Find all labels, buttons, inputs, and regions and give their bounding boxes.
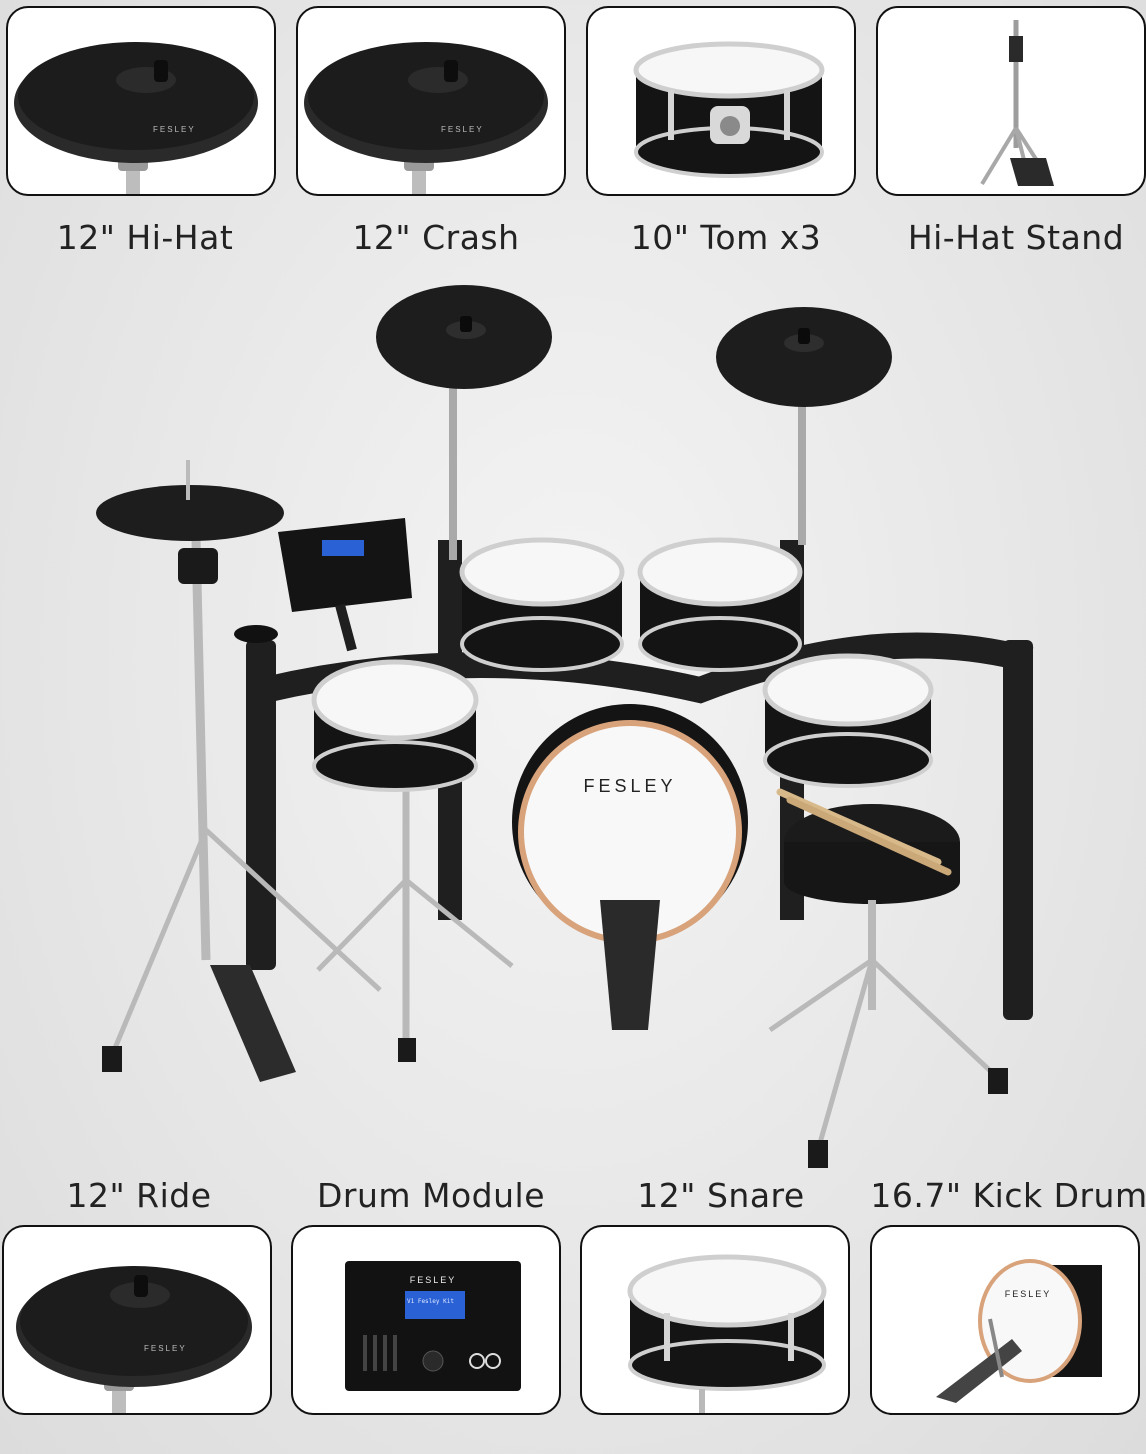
component-tile-hihat: FESLEY (6, 6, 276, 196)
hihat-stand-icon (980, 20, 1054, 186)
label-ride: 12" Ride (66, 1176, 212, 1215)
label-snare: 12" Snare (637, 1176, 805, 1215)
module-screen-text: V1 Fesley Kit (407, 1298, 454, 1305)
kick-drum: FESLEY (512, 704, 748, 1030)
snare-drum-icon (627, 1254, 827, 1413)
svg-text:FESLEY: FESLEY (441, 125, 484, 134)
tom-drum-icon (633, 41, 825, 178)
component-tile-drum-module: FESLEY V1 Fesley Kit (291, 1225, 561, 1415)
svg-text:FESLEY: FESLEY (410, 1275, 457, 1285)
tom-1 (459, 537, 625, 672)
kick-pedal (600, 900, 660, 1030)
label-drum-module: Drum Module (316, 1176, 546, 1215)
rack-leg-right (1003, 640, 1033, 1020)
kick-drum-icon: FESLEY (936, 1259, 1102, 1403)
svg-text:FESLEY: FESLEY (144, 1344, 187, 1353)
drum-module (278, 518, 412, 652)
component-tile-crash: FESLEY (296, 6, 566, 196)
drum-throne (768, 804, 1008, 1168)
component-tile-ride: FESLEY (2, 1225, 272, 1415)
rack-leg-left (246, 640, 276, 970)
ride-cymbal (716, 307, 892, 407)
snare-drum (311, 659, 479, 792)
tom-3 (762, 653, 934, 788)
ride-cymbal-icon: FESLEY (16, 1266, 252, 1413)
component-tile-snare (580, 1225, 850, 1415)
svg-text:FESLEY: FESLEY (1005, 1289, 1052, 1299)
hihat-cymbal-icon: FESLEY (14, 42, 258, 194)
tom-2 (637, 537, 803, 672)
component-tile-hihat-stand (876, 6, 1146, 196)
label-crash: 12" Crash (352, 218, 520, 257)
crash-cymbal-icon: FESLEY (304, 42, 548, 194)
hihat-pedal (210, 965, 296, 1082)
hihat-stand (191, 539, 211, 961)
label-kick-drum: 16.7" Kick Drum (870, 1176, 1146, 1215)
brand-logo: FESLEY (153, 125, 196, 134)
label-hihat: 12" Hi-Hat (56, 218, 234, 257)
label-hihat-stand: Hi-Hat Stand (907, 218, 1125, 257)
drum-kit-illustration: FESLEY (96, 285, 1034, 1168)
drum-module-icon: FESLEY V1 Fesley Kit (345, 1261, 521, 1391)
component-tile-tom (586, 6, 856, 196)
label-tom: 10" Tom x3 (630, 218, 822, 257)
component-tile-kick-drum: FESLEY (870, 1225, 1140, 1415)
kick-drum-logo: FESLEY (583, 776, 676, 796)
